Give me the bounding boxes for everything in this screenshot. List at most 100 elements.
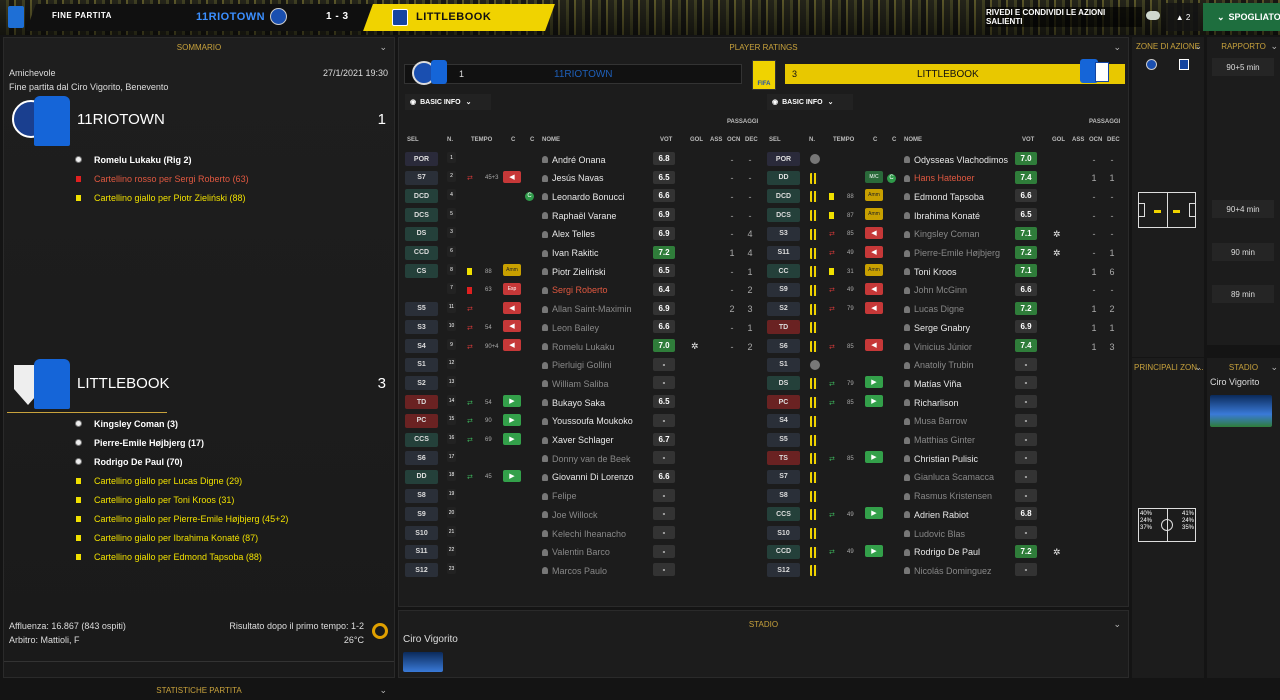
report-time-4[interactable]: 89 min [1212,285,1274,303]
player-name[interactable]: Ludovic Blas [904,526,965,541]
column-header-tempo[interactable]: TEMPO [833,137,854,143]
column-header-sel[interactable]: SEL [769,137,781,143]
player-name[interactable]: Donny van de Beek [542,451,631,466]
position-badge[interactable]: S1 [405,357,438,372]
position-badge[interactable]: TS [767,451,800,466]
position-badge[interactable]: S12 [405,563,438,578]
home-team-title[interactable]: 11RIOTOWN [77,111,165,128]
position-badge[interactable]: DS [767,376,800,391]
player-row[interactable]: PC ⇄ 85 ▶ Richarlison - [767,394,1127,411]
column-header-nome[interactable]: NOME [904,137,922,143]
player-row[interactable]: DCD 88 Amm Edmond Tapsoba 6.6 - - [767,188,1127,205]
position-badge[interactable]: S7 [405,170,438,185]
player-row[interactable]: S11 ⇄ 49 ◀ Pierre-Emile Højbjerg 7.2 ✲ - 1 [767,245,1127,262]
player-row[interactable]: S1 Anatoliy Trubin - [767,357,1127,374]
column-header-nome[interactable]: NOME [542,137,560,143]
chevron-down-icon[interactable]: ⌄ [379,685,387,696]
player-name[interactable]: Felipe [542,489,577,504]
player-name[interactable]: Raphaël Varane [542,208,616,223]
position-badge[interactable]: POR [767,152,800,166]
position-badge[interactable]: DCS [405,208,438,223]
column-header-n[interactable]: N. [447,137,453,143]
position-badge[interactable]: S3 [767,226,800,241]
player-name[interactable]: John McGinn [904,283,967,298]
player-row[interactable]: CCD 6 Ivan Rakitic 7.2 1 4 [405,245,765,262]
position-badge[interactable]: DCS [767,208,800,223]
chevron-down-icon[interactable]: ⌄ [1194,41,1202,52]
player-name[interactable]: Odysseas Vlachodimos [904,152,1008,167]
player-name[interactable]: Leon Bailey [542,320,599,335]
report-time-3[interactable]: 90 min [1212,243,1274,261]
share-highlights-button[interactable]: RIVEDI E CONDIVIDI LE AZIONI SALIENTI [986,7,1142,27]
position-badge[interactable]: S11 [405,544,438,559]
position-badge[interactable]: S12 [767,563,800,578]
player-row[interactable]: POR Odysseas Vlachodimos 7.0 - - [767,151,1127,168]
position-badge[interactable]: S8 [767,488,800,503]
player-name[interactable]: William Saliba [542,376,609,391]
column-header-dec[interactable]: DEC [1107,137,1120,143]
chevron-down-icon[interactable]: ⌄ [1270,362,1278,373]
player-name[interactable]: Youssoufa Moukoko [542,414,633,429]
position-badge[interactable]: PC [405,413,438,428]
player-row[interactable]: S5 Matthias Ginter - [767,432,1127,449]
player-row[interactable]: DCS 5 Raphaël Varane 6.9 - - [405,207,765,224]
column-header-ocn[interactable]: OCN [727,137,740,143]
column-header-n[interactable]: N. [809,137,815,143]
position-badge[interactable]: S11 [767,245,800,260]
position-badge[interactable]: S5 [405,301,438,316]
player-row[interactable]: S8 19 Felipe - [405,488,765,505]
player-name[interactable]: Rasmus Kristensen [904,489,992,504]
position-badge[interactable]: CC [767,264,800,279]
player-row[interactable]: DD M/C C Hans Hateboer 7.4 1 1 [767,170,1127,187]
player-row[interactable]: CCS ⇄ 49 ▶ Adrien Rabiot 6.8 [767,506,1127,523]
player-row[interactable]: S5 11 ⇄ ◀ Allan Saint-Maximin 6.9 2 3 [405,301,765,318]
player-row[interactable]: DCS 87 Amm Ibrahima Konaté 6.5 - - [767,207,1127,224]
player-row[interactable]: CC 31 Amm Toni Kroos 7.1 1 6 [767,263,1127,280]
player-name[interactable]: Pierluigi Gollini [542,358,612,373]
player-row[interactable]: S10 21 Kelechi Iheanacho - [405,525,765,542]
player-row[interactable]: S12 23 Marcos Paulo - [405,562,765,579]
player-row[interactable]: S2 13 William Saliba - [405,375,765,392]
users-count-button[interactable]: ▲ 2 [1166,3,1200,31]
position-badge[interactable]: S6 [405,451,438,466]
position-badge[interactable]: S5 [767,432,800,447]
chevron-down-icon[interactable]: ⌄ [379,42,387,53]
match-stats-header[interactable]: STATISTICHE PARTITA ⌄ [4,681,394,700]
position-badge[interactable]: DCD [405,189,438,204]
report-header[interactable]: RAPPORTO ⌄ [1207,37,1280,56]
position-badge[interactable]: DD [767,170,800,185]
player-row[interactable]: DCD 4 C Leonardo Bonucci 6.6 - - [405,188,765,205]
player-row[interactable]: S6 ⇄ 85 ◀ Vinicius Júnior 7.4 1 3 [767,338,1127,355]
player-row[interactable]: S11 22 Valentin Barco - [405,544,765,561]
player-row[interactable]: S10 Ludovic Blas - [767,525,1127,542]
away-basic-info-dropdown[interactable]: ◉ BASIC INFO ⌄ [767,94,853,110]
position-badge[interactable]: TD [405,395,438,410]
position-badge[interactable]: CS [405,264,438,279]
position-badge[interactable]: S7 [767,469,800,484]
player-row[interactable]: S2 ⇄ 79 ◀ Lucas Digne 7.2 1 2 [767,301,1127,318]
chevron-down-icon[interactable]: ⌄ [1194,362,1202,373]
position-badge[interactable]: S4 [767,413,800,428]
player-name[interactable]: Serge Gnabry [904,320,970,335]
side-stadium-header[interactable]: STADIO ⌄ [1207,358,1280,377]
player-name[interactable]: Matthias Ginter [904,433,975,448]
position-badge[interactable]: CCS [767,507,800,522]
player-row[interactable]: S6 17 Donny van de Beek - [405,450,765,467]
player-name[interactable]: Richarlison [904,395,959,410]
column-header-ass[interactable]: ASS [1072,137,1084,143]
player-row[interactable]: S12 Nicolás Dominguez - [767,562,1127,579]
player-row[interactable]: CCD ⇄ 49 ▶ Rodrigo De Paul 7.2 ✲ [767,544,1127,561]
player-name[interactable]: Matías Viña [904,376,961,391]
player-name[interactable]: Lucas Digne [904,302,964,317]
column-header-dec[interactable]: DEC [745,137,758,143]
position-badge[interactable]: S3 [405,320,438,335]
position-badge[interactable]: DS [405,226,438,241]
position-badge[interactable]: S2 [405,376,438,391]
column-header-ocn[interactable]: OCN [1089,137,1102,143]
position-badge[interactable]: S9 [767,282,800,297]
cloud-icon[interactable] [1146,11,1160,20]
column-header-vot[interactable]: VOT [660,137,672,143]
home-team-name[interactable]: 11RIOTOWN [196,11,265,23]
position-badge[interactable]: TD [767,320,800,335]
player-row[interactable]: TD 14 ⇄ 54 ▶ Bukayo Saka 6.5 [405,394,765,411]
